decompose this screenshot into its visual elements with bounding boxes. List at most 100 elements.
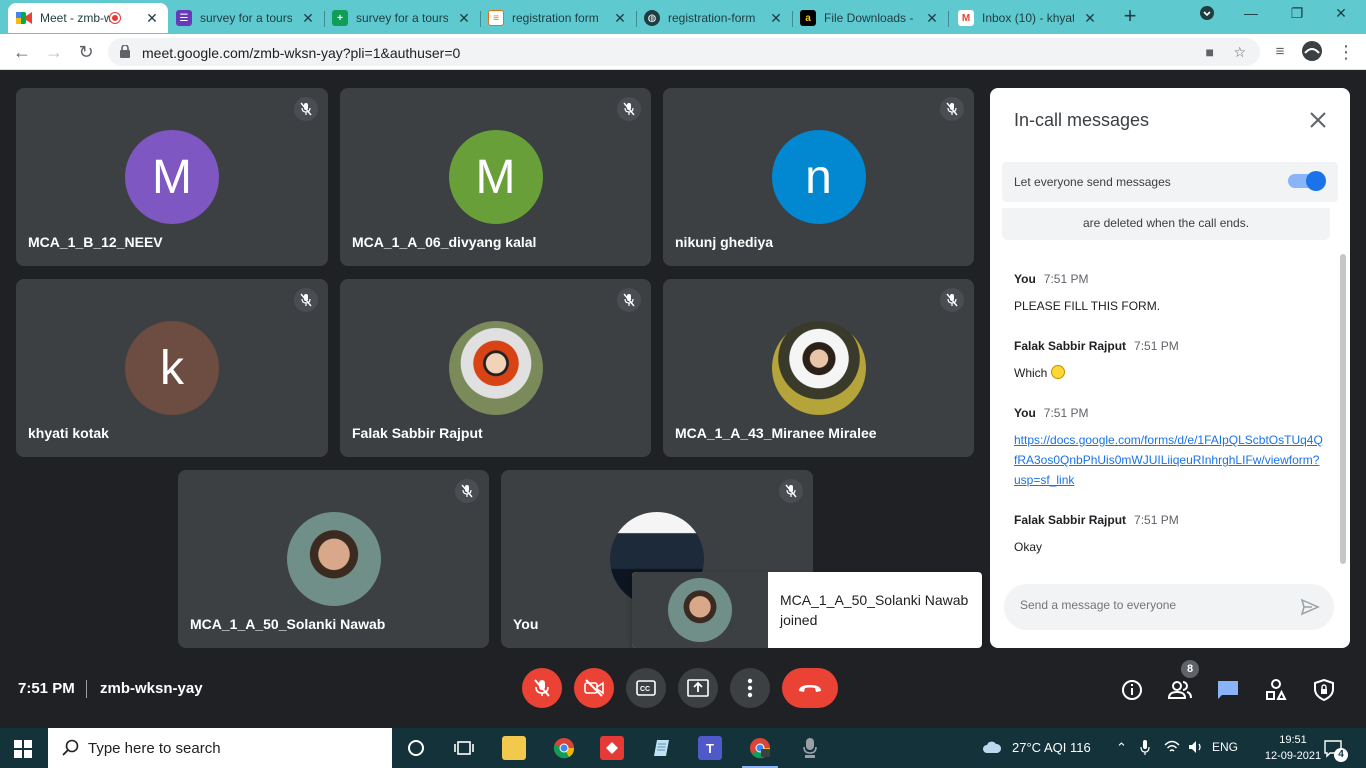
wifi-icon[interactable] <box>1164 740 1180 757</box>
camera-in-use-icon[interactable]: ■ <box>1206 44 1214 60</box>
people-icon[interactable] <box>1168 678 1192 702</box>
more-options-button[interactable] <box>730 668 770 708</box>
muted-mic-icon <box>617 288 641 312</box>
activities-icon[interactable] <box>1264 678 1288 702</box>
more-vertical-icon <box>747 678 753 698</box>
meeting-code: zmb-wksn-yay <box>100 680 203 697</box>
input-language[interactable]: ENG <box>1212 740 1238 754</box>
participant-tile[interactable]: MCA_1_A_43_Miranee Miralee <box>663 279 974 457</box>
file-explorer-icon[interactable] <box>502 736 526 760</box>
media-control-icon[interactable]: ≡ <box>1268 40 1292 64</box>
close-window-button[interactable]: ✕ <box>1326 5 1356 22</box>
chrome-active-window-icon[interactable] <box>742 736 778 768</box>
address-bar[interactable]: meet.google.com/zmb-wksn-yay?pli=1&authu… <box>108 38 1260 66</box>
volume-icon[interactable] <box>1188 740 1204 757</box>
chat-icon[interactable] <box>1216 678 1240 702</box>
tab-registration-form-2[interactable]: ◍ registration-form ✕ <box>636 3 793 33</box>
minimize-button[interactable]: — <box>1236 5 1266 21</box>
cortana-icon[interactable] <box>404 736 428 760</box>
forward-button[interactable]: → <box>42 40 66 64</box>
close-tab-icon[interactable]: ✕ <box>1082 10 1098 27</box>
reload-button[interactable]: ↻ <box>74 40 98 64</box>
tab-registration-form[interactable]: ≡ registration form ✕ <box>480 3 637 33</box>
tab-file-downloads[interactable]: a File Downloads - ✕ <box>792 3 949 33</box>
tab-meet[interactable]: Meet - zmb-wksn-yay ✕ <box>8 3 168 33</box>
leave-call-button[interactable] <box>782 668 838 708</box>
close-tab-icon[interactable]: ✕ <box>924 10 940 27</box>
tab-inbox[interactable]: M Inbox (10) - khyati ✕ <box>950 3 1106 33</box>
tab-title: survey for a tours and travels <box>356 11 448 25</box>
chat-scrollbar[interactable] <box>1340 254 1346 564</box>
captions-button[interactable]: CC <box>626 668 666 708</box>
weather-text[interactable]: 27°C AQI 116 <box>1012 740 1091 755</box>
send-icon[interactable] <box>1300 597 1320 617</box>
toggle-camera-button[interactable] <box>574 668 614 708</box>
present-screen-button[interactable] <box>678 668 718 708</box>
form-link[interactable]: https://docs.google.com/forms/d/e/1FAIpQ… <box>1014 433 1323 487</box>
avatar-photo <box>286 512 381 606</box>
microsoft-teams-icon[interactable]: T <box>698 736 722 760</box>
close-tab-icon[interactable]: ✕ <box>300 10 316 27</box>
close-tab-icon[interactable]: ✕ <box>144 10 160 27</box>
anydesk-icon[interactable] <box>600 736 624 760</box>
taskbar-clock[interactable]: 19:51 12-09-2021 <box>1262 732 1324 764</box>
message-time: 7:51 PM <box>1134 513 1179 527</box>
search-placeholder: Type here to search <box>88 740 221 757</box>
meeting-details-icon[interactable] <box>1120 678 1144 702</box>
participant-tile[interactable]: M MCA_1_B_12_NEEV <box>16 88 328 266</box>
message-input[interactable] <box>1020 598 1280 612</box>
notepad-icon[interactable] <box>650 736 674 760</box>
chat-message: Falak Sabbir Rajput 7:51 PM Okay <box>1014 511 1324 557</box>
send-messages-toggle[interactable] <box>1288 171 1326 191</box>
close-tab-icon[interactable]: ✕ <box>768 10 784 27</box>
microphone-tray-icon[interactable] <box>1140 740 1150 759</box>
close-icon[interactable] <box>1304 106 1332 134</box>
tab-title: Meet - zmb-wksn-yay <box>40 11 110 25</box>
close-tab-icon[interactable]: ✕ <box>456 10 472 27</box>
task-view-icon[interactable] <box>452 736 476 760</box>
taskbar-search-box[interactable]: Type here to search <box>48 728 392 768</box>
google-forms-icon: ☰ <box>176 10 192 26</box>
message-text: Which <box>1014 366 1048 380</box>
back-button[interactable]: ← <box>10 40 34 64</box>
avatar: n <box>771 130 866 224</box>
chrome-icon[interactable] <box>552 736 576 760</box>
toggle-microphone-button[interactable] <box>522 668 562 708</box>
svg-text:CC: CC <box>640 686 650 693</box>
avatar: M <box>125 130 219 224</box>
participant-tile[interactable]: Falak Sabbir Rajput <box>340 279 651 457</box>
avatar: M <box>448 130 543 224</box>
new-tab-button[interactable]: + <box>1118 5 1142 29</box>
profile-avatar[interactable] <box>1300 40 1324 64</box>
chat-message: Falak Sabbir Rajput 7:51 PM Which <box>1014 337 1324 383</box>
weather-icon[interactable] <box>982 740 1002 757</box>
participant-tile[interactable]: MCA_1_A_50_Solanki Nawab <box>178 470 489 648</box>
bookmark-star-icon[interactable]: ☆ <box>1233 44 1246 61</box>
browser-menu-icon[interactable]: ⋮ <box>1334 40 1358 64</box>
message-time: 7:51 PM <box>1043 406 1089 420</box>
search-icon <box>62 739 79 756</box>
tab-search-icon[interactable] <box>1192 5 1222 24</box>
message-text: PLEASE FILL THIS FORM. <box>1014 299 1161 313</box>
voice-recorder-icon[interactable] <box>798 736 822 760</box>
participant-tile[interactable]: n nikunj ghediya <box>663 88 974 266</box>
participant-tile[interactable]: k khyati kotak <box>16 279 328 457</box>
meeting-clock: 7:51 PM <box>18 680 75 697</box>
participant-tile[interactable]: M MCA_1_A_06_divyang kalal <box>340 88 651 266</box>
show-hidden-icons-icon[interactable]: ⌃ <box>1116 740 1127 756</box>
tab-title: registration form <box>512 11 599 25</box>
tab-survey-sheets[interactable]: + survey for a tours and travels ✕ <box>324 3 481 33</box>
message-sender: Falak Sabbir Rajput <box>1014 513 1127 527</box>
close-tab-icon[interactable]: ✕ <box>612 10 628 27</box>
people-count-badge: 8 <box>1181 660 1199 678</box>
muted-mic-icon <box>779 479 803 503</box>
tab-survey-forms[interactable]: ☰ survey for a tours and travels ✕ <box>168 3 325 33</box>
windows-start-icon[interactable] <box>14 740 32 758</box>
message-text: Okay <box>1014 540 1043 554</box>
maximize-button[interactable]: ❐ <box>1282 5 1312 22</box>
muted-mic-icon <box>294 97 318 121</box>
tab-title: survey for a tours and travels <box>200 11 292 25</box>
participant-name: MCA_1_A_06_divyang kalal <box>352 234 537 250</box>
google-sheets-icon: + <box>332 10 348 26</box>
host-controls-icon[interactable] <box>1312 678 1336 702</box>
